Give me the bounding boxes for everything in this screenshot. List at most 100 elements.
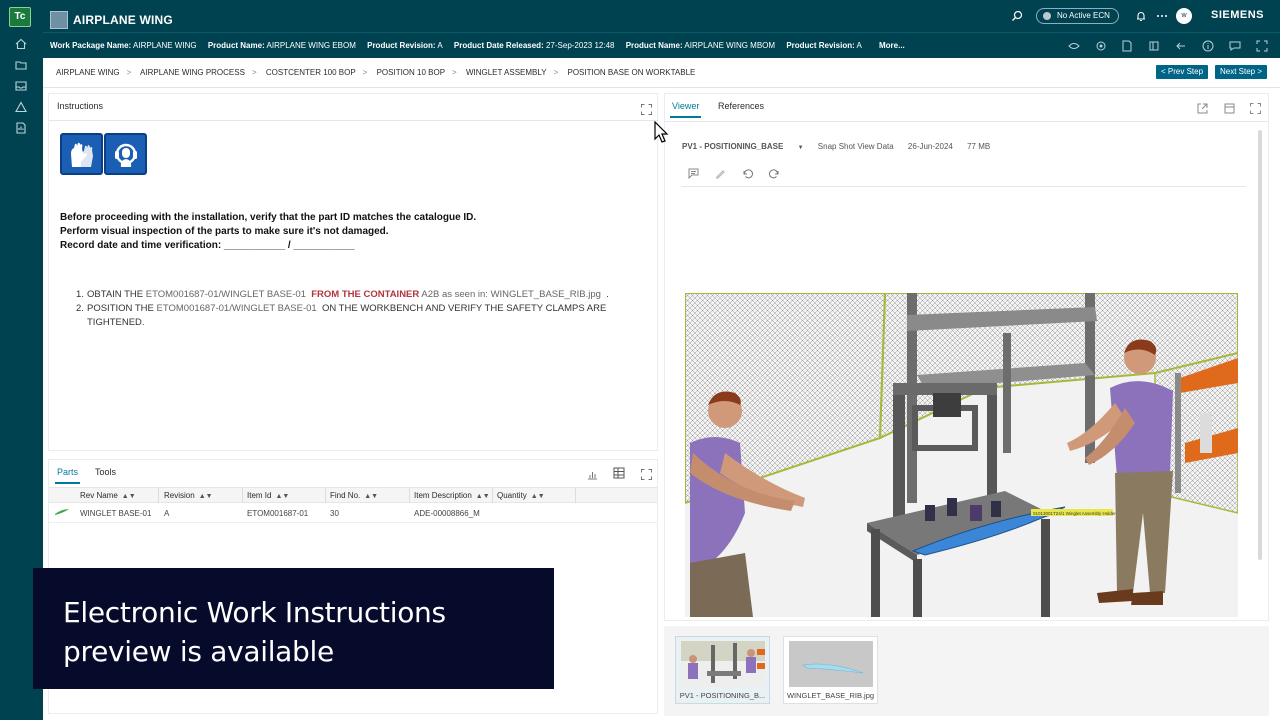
instructions-panel: Instructions Before proceeding with the … (48, 93, 658, 451)
caption-line: Electronic Work Instructions (63, 596, 446, 629)
chart-icon[interactable] (587, 467, 598, 485)
work-package-icon (50, 11, 68, 29)
part-link[interactable]: ETOM001687-01/WINGLET BASE-01 (157, 303, 317, 314)
file-size: 77 MB (967, 142, 991, 151)
work-step-1: 1. OBTAIN THE ETOM001687-01/WINGLET BASE… (76, 289, 609, 300)
bell-icon[interactable] (1134, 9, 1147, 22)
thumbnail-reference-image[interactable]: WINGLET_BASE_RIB.jpg (783, 636, 878, 704)
breadcrumb-item[interactable]: COSTCENTER 100 BOP (266, 68, 356, 77)
chevron-right-icon: > (553, 68, 559, 77)
breadcrumb-item[interactable]: WINGLET ASSEMBLY (466, 68, 547, 77)
cell-item-id: ETOM001687-01 (247, 509, 309, 518)
next-step-button[interactable]: Next Step > (1215, 65, 1268, 79)
markup-icon[interactable] (687, 167, 699, 179)
ear-protection-icon (104, 133, 147, 175)
thumbnail-product-view[interactable]: PV1 - POSITIONING_B... (675, 636, 770, 704)
chat-icon[interactable] (1229, 40, 1241, 52)
instruction-line: Before proceeding with the installation,… (60, 212, 477, 223)
reference-file-link[interactable]: WINGLET_BASE_RIB.jpg (491, 289, 601, 300)
maximize-icon[interactable] (641, 467, 652, 485)
cell-revision: A (164, 509, 170, 518)
more-vertical-icon[interactable] (1155, 9, 1168, 22)
layout-icon[interactable] (1224, 101, 1235, 119)
share-icon[interactable] (1148, 40, 1160, 52)
viewer-scrollbar[interactable] (1258, 130, 1262, 560)
avatar[interactable]: w (1176, 8, 1192, 24)
work-steps-list: 1. OBTAIN THE ETOM001687-01/WINGLET BASE… (76, 288, 636, 330)
back-arrow-icon[interactable] (1175, 40, 1187, 52)
table-row[interactable]: WINGLET BASE-01 A ETOM001687-01 30 ADE-0… (49, 503, 657, 523)
column-header[interactable]: Revision ▲▼ (164, 491, 213, 500)
property-list: Work Package Name: AIRPLANE WING Product… (50, 41, 871, 50)
maximize-icon[interactable] (1250, 101, 1261, 119)
viewer-meta: PV1 - POSITIONING_BASE ▼ Snap Shot View … (682, 142, 1002, 151)
inbox-icon[interactable] (14, 79, 28, 93)
reports-icon[interactable] (14, 121, 28, 135)
property-item: Product Date Released: 27-Sep-2023 12:48 (453, 41, 615, 50)
parts-table-header: Rev Name ▲▼ Revision ▲▼ Item Id ▲▼ Find No.… (49, 487, 657, 503)
column-header[interactable]: Rev Name ▲▼ (80, 491, 136, 500)
column-header[interactable]: Find No. ▲▼ (330, 491, 378, 500)
product-view-selector[interactable]: PV1 - POSITIONING_BASE ▼ (682, 142, 804, 151)
column-header[interactable]: Item Description ▲▼ (414, 491, 490, 500)
chevron-right-icon: > (126, 68, 132, 77)
teamcenter-logo[interactable]: Tc (9, 7, 31, 27)
changes-icon[interactable] (14, 100, 28, 114)
structure-icon[interactable] (1095, 40, 1107, 52)
teamcenter-app: Tc AIRPLANE WING No Active ECN w SIEMENS… (0, 0, 1280, 720)
redo-icon[interactable] (768, 167, 780, 179)
ecn-label: No Active ECN (1057, 11, 1110, 20)
column-header[interactable]: Quantity ▲▼ (497, 491, 545, 500)
property-item: Product Name: AIRPLANE WING EBOM (207, 41, 356, 50)
document-icon[interactable] (1121, 40, 1133, 52)
fullscreen-icon[interactable] (1256, 40, 1268, 52)
info-icon[interactable] (1202, 40, 1214, 52)
open-external-icon[interactable] (1197, 101, 1208, 119)
page-title: AIRPLANE WING (73, 13, 173, 27)
gloves-safety-icon (60, 133, 103, 175)
breadcrumb-current: POSITION BASE ON WORKTABLE (567, 68, 696, 77)
breadcrumb-item[interactable]: AIRPLANE WING (56, 68, 120, 77)
scene-label: 01013001T24/1 Winglet Assembly Holder (1033, 511, 1116, 516)
folder-icon[interactable] (14, 58, 28, 72)
pencil-icon[interactable] (714, 167, 726, 179)
tab-tools[interactable]: Tools (95, 467, 116, 477)
home-icon[interactable] (14, 37, 28, 51)
thumbnail-caption: WINGLET_BASE_RIB.jpg (786, 691, 875, 700)
part-link[interactable]: ETOM001687-01/WINGLET BASE-01 (146, 289, 306, 300)
instruction-line: Record date and time verification: _____… (60, 240, 355, 251)
prev-step-button[interactable]: < Prev Step (1156, 65, 1209, 79)
part-thumbnail-icon (54, 508, 70, 518)
visibility-icon[interactable] (1068, 40, 1080, 52)
tab-viewer[interactable]: Viewer (669, 101, 702, 118)
breadcrumb-item[interactable]: AIRPLANE WING PROCESS (140, 68, 245, 77)
mouse-cursor-icon (654, 121, 669, 143)
column-header[interactable]: Item Id ▲▼ (247, 491, 289, 500)
tab-references[interactable]: References (718, 101, 764, 111)
chevron-right-icon: > (251, 68, 257, 77)
more-properties-link[interactable]: More... (879, 41, 905, 50)
cell-find-no: 30 (330, 509, 339, 518)
caption-line: preview is available (63, 635, 334, 668)
chevron-right-icon: > (362, 68, 368, 77)
chevron-down-icon: ▼ (797, 145, 804, 151)
property-item: Product Revision: A (367, 41, 443, 50)
search-icon[interactable] (1010, 9, 1023, 22)
breadcrumb: AIRPLANE WING > AIRPLANE WING PROCESS > CO… (43, 58, 1280, 88)
brand-logo: SIEMENS (1211, 9, 1265, 21)
work-step-2: 2. POSITION THE ETOM001687-01/WINGLET BA… (76, 303, 607, 328)
property-item: Work Package Name: AIRPLANE WING (50, 41, 197, 50)
instructions-header: Instructions (49, 94, 657, 121)
breadcrumb-item[interactable]: POSITION 10 BOP (377, 68, 445, 77)
container-highlight: FROM THE CONTAINER (311, 289, 420, 300)
3d-workcell-scene[interactable]: 01013001T24/1 Winglet Assembly Holder (685, 293, 1238, 617)
tab-parts[interactable]: Parts (54, 467, 81, 484)
undo-icon[interactable] (741, 167, 753, 179)
ecn-icon (1043, 12, 1051, 20)
instructions-title: Instructions (57, 101, 104, 111)
ecn-status-chip[interactable]: No Active ECN (1036, 8, 1119, 24)
thumbnail-image (789, 641, 873, 687)
maximize-icon[interactable] (641, 102, 652, 120)
thumbnail-caption: PV1 - POSITIONING_B... (679, 691, 766, 700)
table-view-icon[interactable] (613, 466, 625, 484)
